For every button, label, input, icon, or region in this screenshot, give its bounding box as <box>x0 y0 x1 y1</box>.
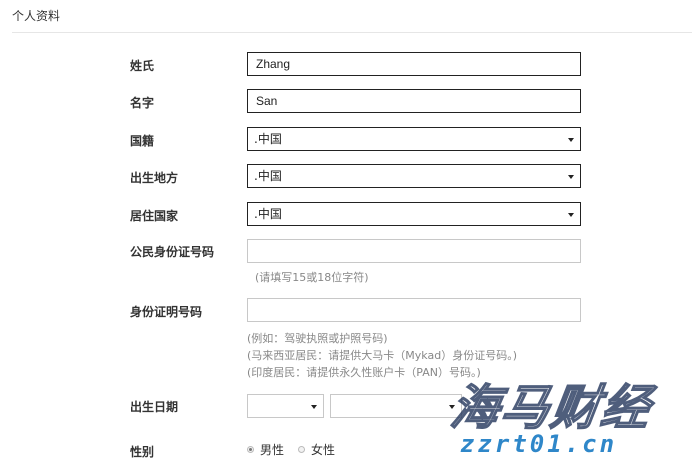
birth-month-select[interactable] <box>330 394 462 418</box>
birth-place-value: .中国 <box>254 169 282 183</box>
chevron-down-icon <box>568 213 574 217</box>
id-number-hint-1: (例如：驾驶执照或护照号码) <box>247 332 388 345</box>
gender-option-female[interactable]: 女性 <box>298 441 335 458</box>
residence-country-label: 居住国家 <box>130 209 179 223</box>
chevron-down-icon <box>449 405 455 409</box>
residence-country-select[interactable]: .中国 <box>247 202 581 226</box>
nationality-select[interactable]: .中国 <box>247 127 581 151</box>
radio-icon[interactable] <box>298 446 306 453</box>
gender-option-male[interactable]: 男性 <box>247 441 284 458</box>
watermark-url: zzrt01.cn <box>460 430 618 458</box>
chevron-down-icon <box>311 405 317 409</box>
radio-icon[interactable] <box>247 446 254 453</box>
id-number-label: 身份证明号码 <box>130 305 203 319</box>
citizen-id-hint: (请填写15或18位字符) <box>255 271 369 284</box>
nationality-label: 国籍 <box>130 134 155 148</box>
birth-place-label: 出生地方 <box>130 171 179 185</box>
id-number-hint-2: (马来西亚居民：请提供大马卡（Mykad）身份证号码。) <box>247 349 517 362</box>
given-name-label: 名字 <box>130 96 155 110</box>
surname-label: 姓氏 <box>130 59 155 73</box>
birth-place-select[interactable]: .中国 <box>247 164 581 188</box>
citizen-id-label: 公民身份证号码 <box>130 245 215 259</box>
birth-day-select[interactable] <box>247 394 324 418</box>
citizen-id-input[interactable] <box>247 239 581 263</box>
surname-input[interactable]: Zhang <box>247 52 581 76</box>
chevron-down-icon <box>568 138 574 142</box>
gender-radio-group: 男性 女性 <box>247 441 349 458</box>
section-divider <box>12 32 692 33</box>
birth-date-label: 出生日期 <box>130 400 179 414</box>
gender-option-female-label: 女性 <box>311 443 336 457</box>
nationality-value: .中国 <box>254 132 282 146</box>
section-title: 个人资料 <box>12 9 61 23</box>
chevron-down-icon <box>568 175 574 179</box>
gender-option-male-label: 男性 <box>260 443 285 457</box>
id-number-input[interactable] <box>247 298 581 322</box>
id-number-hint-3: (印度居民：请提供永久性账户卡（PAN）号码。) <box>247 366 481 379</box>
watermark: 海马财经 zzrt01.cn <box>430 368 692 466</box>
gender-label: 性别 <box>130 445 155 459</box>
given-name-input[interactable]: San <box>247 89 581 113</box>
residence-country-value: .中国 <box>254 207 282 221</box>
